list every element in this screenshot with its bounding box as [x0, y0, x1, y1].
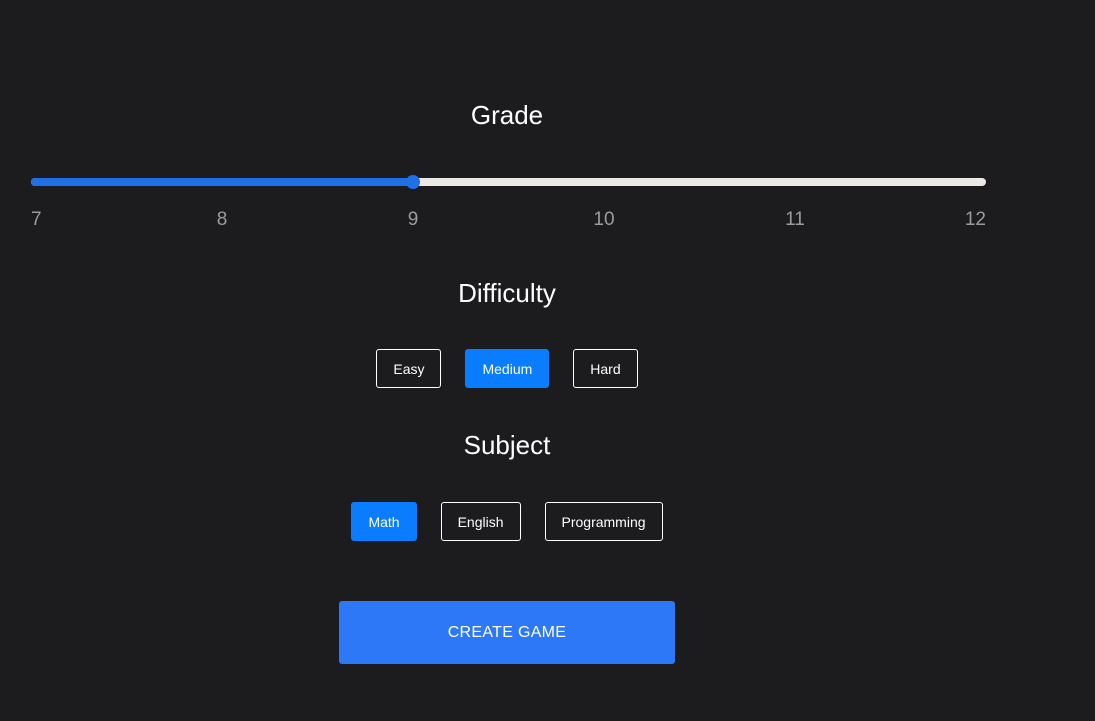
grade-mark-12[interactable]: 12	[965, 209, 986, 231]
difficulty-easy-button[interactable]: Easy	[376, 349, 442, 388]
grade-mark-10[interactable]: 10	[593, 209, 614, 231]
grade-slider[interactable]	[31, 173, 986, 191]
grade-slider-thumb[interactable]	[406, 175, 420, 189]
subject-programming-button[interactable]: Programming	[544, 502, 663, 541]
difficulty-title: Difficulty	[458, 278, 556, 308]
grade-title: Grade	[470, 100, 544, 130]
create-game-button[interactable]: CREATE GAME	[339, 601, 675, 664]
difficulty-options: Easy Medium Hard	[0, 349, 1014, 388]
grade-mark-7[interactable]: 7	[31, 209, 42, 231]
difficulty-medium-button[interactable]: Medium	[465, 349, 550, 388]
grade-mark-9[interactable]: 9	[408, 209, 419, 231]
subject-english-button[interactable]: English	[440, 502, 521, 541]
grade-mark-8[interactable]: 8	[217, 209, 228, 231]
game-setup-page: Grade 7 8 9 10 11 12 Difficulty Easy Med…	[0, 0, 1095, 721]
grade-slider-marks: 7 8 9 10 11 12	[31, 209, 986, 233]
difficulty-hard-button[interactable]: Hard	[573, 349, 638, 388]
subject-title: Subject	[463, 430, 551, 460]
subject-math-button[interactable]: Math	[351, 502, 417, 541]
subject-options: Math English Programming	[0, 502, 1014, 541]
grade-mark-11[interactable]: 11	[785, 209, 805, 231]
grade-slider-track	[31, 178, 413, 186]
